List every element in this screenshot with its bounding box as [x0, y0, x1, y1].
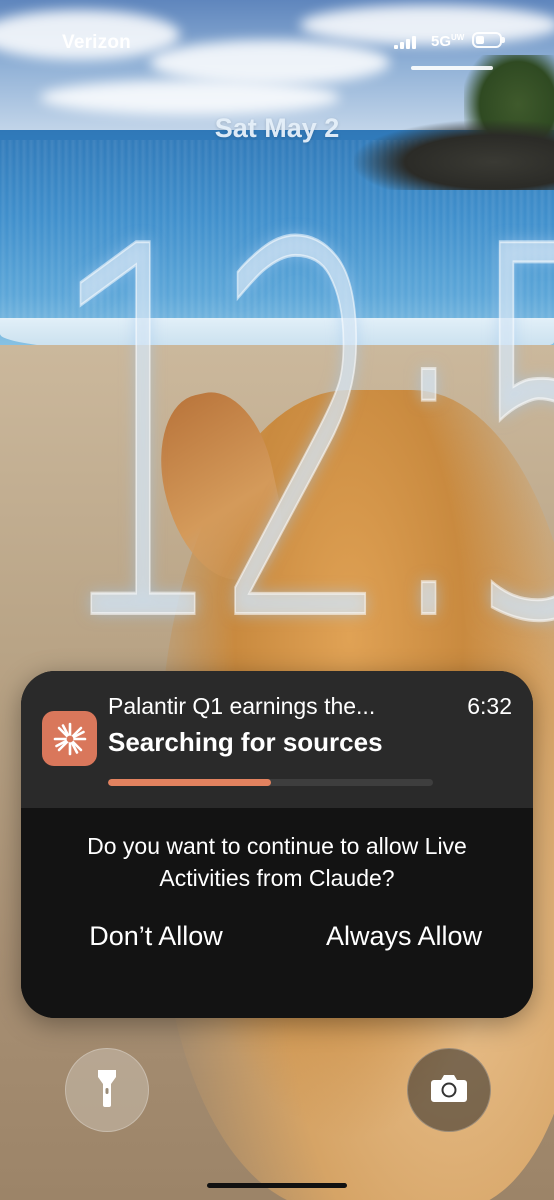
home-indicator[interactable]	[207, 1183, 347, 1188]
live-activity-card: Palantir Q1 earnings the... 6:32 Searchi…	[21, 671, 533, 1018]
permission-message: Do you want to continue to allow Live Ac…	[87, 833, 467, 891]
camera-icon	[430, 1073, 468, 1108]
always-allow-button[interactable]: Always Allow	[299, 911, 509, 961]
live-activity-progress-fill	[108, 779, 271, 786]
live-activity-title: Palantir Q1 earnings the...	[108, 693, 376, 719]
claude-starburst-icon	[42, 711, 97, 766]
live-activities-permission-prompt: Do you want to continue to allow Live Ac…	[21, 808, 533, 1018]
live-activity-status: Searching for sources	[108, 727, 383, 757]
lock-screen: Verizon 5GUW Sat May 2 12:56	[0, 0, 554, 1200]
live-activity[interactable]: Palantir Q1 earnings the... 6:32 Searchi…	[21, 671, 533, 808]
flashlight-icon	[96, 1068, 118, 1113]
flashlight-button[interactable]	[65, 1048, 149, 1132]
live-activity-progress-bar	[108, 779, 433, 786]
camera-button[interactable]	[407, 1048, 491, 1132]
live-activity-elapsed-time: 6:32	[467, 693, 512, 719]
dont-allow-button[interactable]: Don’t Allow	[59, 911, 253, 961]
